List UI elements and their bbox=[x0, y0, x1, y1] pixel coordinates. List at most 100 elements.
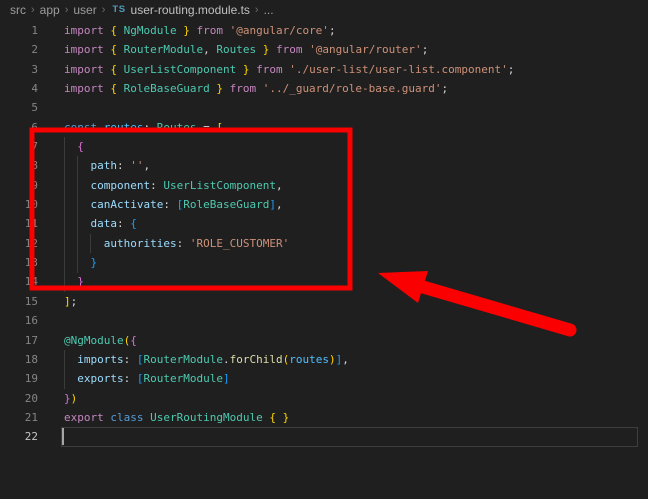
code-token: , bbox=[144, 159, 151, 172]
code-line[interactable]: 2 import { RouterModule, Routes } from '@… bbox=[0, 40, 648, 59]
code-token: { bbox=[77, 140, 84, 153]
line-number[interactable]: 21 bbox=[0, 408, 38, 427]
breadcrumb-item-src[interactable]: src bbox=[10, 3, 26, 17]
code-line[interactable]: 20}) bbox=[0, 389, 648, 408]
code-line-text[interactable]: data: { bbox=[64, 214, 137, 233]
line-number[interactable]: 16 bbox=[0, 311, 38, 330]
code-token: } bbox=[236, 63, 249, 76]
line-number[interactable]: 12 bbox=[0, 234, 38, 253]
code-token: : bbox=[177, 237, 190, 250]
line-number[interactable]: 8 bbox=[0, 156, 38, 175]
line-number[interactable]: 10 bbox=[0, 195, 38, 214]
code-line[interactable]: 3 import { UserListComponent } from './us… bbox=[0, 60, 648, 79]
code-token: exports bbox=[77, 372, 123, 385]
code-line-text[interactable]: } bbox=[64, 253, 97, 272]
code-token: authorities bbox=[104, 237, 177, 250]
line-number[interactable]: 7 bbox=[0, 137, 38, 156]
code-token: } bbox=[64, 392, 71, 405]
line-number[interactable]: 15 bbox=[0, 292, 38, 311]
code-line-text[interactable]: export class UserRoutingModule { } bbox=[64, 408, 289, 427]
breadcrumb-item-app[interactable]: app bbox=[40, 3, 60, 17]
code-token: from bbox=[249, 63, 289, 76]
code-line[interactable]: 10 canActivate: [RoleBaseGuard], bbox=[0, 195, 648, 214]
line-number[interactable]: 5 bbox=[0, 98, 38, 117]
code-line-text[interactable]: @NgModule({ bbox=[64, 331, 137, 350]
code-token: { bbox=[130, 217, 137, 230]
code-line[interactable]: 21 export class UserRoutingModule { } bbox=[0, 408, 648, 427]
code-line-text[interactable]: import { UserListComponent } from './use… bbox=[64, 60, 514, 79]
line-number[interactable]: 18 bbox=[0, 350, 38, 369]
breadcrumb-separator-icon: › bbox=[102, 4, 106, 16]
code-token: ; bbox=[329, 24, 336, 37]
code-token: ; bbox=[442, 82, 449, 95]
line-number[interactable]: 2 bbox=[0, 40, 38, 59]
code-line-text[interactable]: ]; bbox=[64, 292, 77, 311]
code-token: ] bbox=[64, 295, 71, 308]
breadcrumb-item-file[interactable]: user-routing.module.ts bbox=[131, 3, 250, 17]
code-token: ; bbox=[508, 63, 515, 76]
code-line[interactable]: 13 } bbox=[0, 253, 648, 272]
breadcrumb-item-user[interactable]: user bbox=[73, 3, 96, 17]
code-line[interactable]: 9 component: UserListComponent, bbox=[0, 176, 648, 195]
code-line-text[interactable]: exports: [RouterModule] bbox=[64, 369, 230, 388]
line-number[interactable]: 22 bbox=[0, 427, 38, 446]
code-line[interactable]: 18 imports: [RouterModule.forChild(route… bbox=[0, 350, 648, 369]
code-token: { } bbox=[269, 411, 289, 424]
code-line[interactable]: 12 authorities: 'ROLE_CUSTOMER' bbox=[0, 234, 648, 253]
code-line[interactable]: 8 path: '', bbox=[0, 156, 648, 175]
code-token: UserListComponent bbox=[124, 63, 237, 76]
line-number[interactable]: 9 bbox=[0, 176, 38, 195]
line-number[interactable]: 14 bbox=[0, 272, 38, 291]
code-line-text[interactable]: import { RoleBaseGuard } from '../_guard… bbox=[64, 79, 448, 98]
breadcrumb-separator-icon: › bbox=[65, 4, 69, 16]
line-number[interactable]: 20 bbox=[0, 389, 38, 408]
code-token bbox=[64, 353, 77, 366]
line-number[interactable]: 11 bbox=[0, 214, 38, 233]
code-token: import bbox=[64, 24, 110, 37]
code-line[interactable]: 7 { bbox=[0, 137, 648, 156]
indent-guide bbox=[64, 137, 65, 292]
code-token: from bbox=[269, 43, 309, 56]
indent-guide bbox=[64, 350, 65, 389]
code-line-text[interactable]: { bbox=[64, 137, 84, 156]
code-token: : bbox=[124, 353, 137, 366]
line-number[interactable]: 3 bbox=[0, 60, 38, 79]
code-token: '../_guard/role-base.guard' bbox=[263, 82, 442, 95]
code-line-text[interactable]: }) bbox=[64, 389, 77, 408]
code-token: , bbox=[203, 43, 216, 56]
code-line-text[interactable]: import { NgModule } from '@angular/core'… bbox=[64, 21, 336, 40]
code-line-text[interactable]: import { RouterModule, Routes } from '@a… bbox=[64, 40, 428, 59]
code-token bbox=[64, 372, 77, 385]
code-line[interactable]: 5 bbox=[0, 98, 648, 117]
code-line-text[interactable]: authorities: 'ROLE_CUSTOMER' bbox=[64, 234, 289, 253]
code-editor[interactable]: 1 import { NgModule } from '@angular/core… bbox=[0, 19, 648, 447]
line-number[interactable]: 13 bbox=[0, 253, 38, 272]
code-line[interactable]: 17 @NgModule({ bbox=[0, 331, 648, 350]
breadcrumb: src›app›user›TSuser-routing.module.ts›..… bbox=[0, 0, 648, 19]
line-number[interactable]: 1 bbox=[0, 21, 38, 40]
code-line[interactable]: 15]; bbox=[0, 292, 648, 311]
code-line-text[interactable]: component: UserListComponent, bbox=[64, 176, 283, 195]
line-number[interactable]: 4 bbox=[0, 79, 38, 98]
breadcrumb-item-overflow[interactable]: ... bbox=[264, 3, 274, 17]
code-token: import bbox=[64, 82, 110, 95]
code-token: ) bbox=[329, 353, 336, 366]
code-line[interactable]: 19 exports: [RouterModule] bbox=[0, 369, 648, 388]
code-line[interactable]: 1 import { NgModule } from '@angular/core… bbox=[0, 21, 648, 40]
code-line[interactable]: 14 } bbox=[0, 272, 648, 291]
line-number[interactable]: 17 bbox=[0, 331, 38, 350]
code-line-text[interactable]: } bbox=[64, 272, 84, 291]
line-number[interactable]: 6 bbox=[0, 118, 38, 137]
line-number[interactable]: 19 bbox=[0, 369, 38, 388]
code-line-text[interactable]: canActivate: [RoleBaseGuard], bbox=[64, 195, 283, 214]
code-token: [ bbox=[216, 121, 223, 134]
code-token: { bbox=[110, 24, 123, 37]
code-line-text[interactable]: imports: [RouterModule.forChild(routes)]… bbox=[64, 350, 349, 369]
code-line[interactable]: 11 data: { bbox=[0, 214, 648, 233]
code-line[interactable]: 4 import { RoleBaseGuard } from '../_guar… bbox=[0, 79, 648, 98]
code-line[interactable]: 6 const routes: Routes = [ bbox=[0, 118, 648, 137]
code-token: data bbox=[91, 217, 118, 230]
code-token: : bbox=[124, 372, 137, 385]
code-line-text[interactable]: const routes: Routes = [ bbox=[64, 118, 223, 137]
code-line[interactable]: 16 bbox=[0, 311, 648, 330]
